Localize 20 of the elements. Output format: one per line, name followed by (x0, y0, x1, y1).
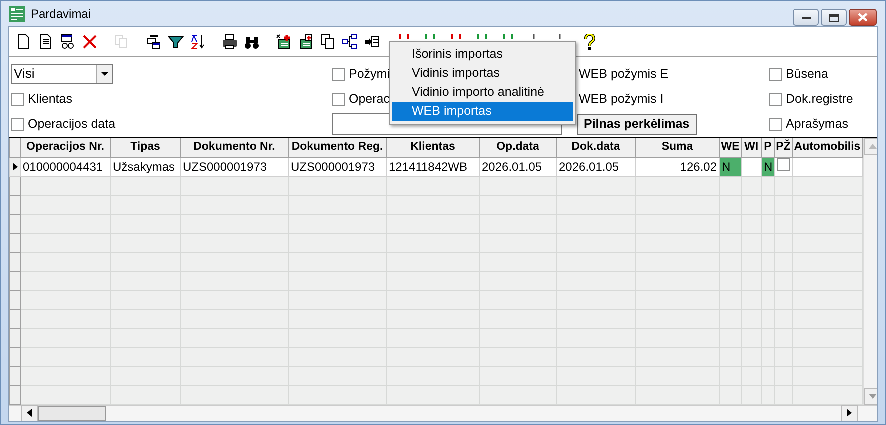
table-cell: N (722, 160, 731, 174)
checkbox-label: Operacijos data (28, 116, 116, 133)
filter-label: WEB požymis E (578, 66, 669, 83)
checkbox-label: Operac (349, 90, 390, 108)
table-cell: Užsakymas (113, 160, 176, 174)
checkbox-label: Būsena (786, 66, 828, 83)
checkbox-label: Požymi (349, 66, 390, 83)
checkbox-label: Klientas (28, 90, 72, 108)
table-cell: N (764, 160, 773, 174)
table-cell: UZS000001973 (291, 160, 376, 174)
table-cell: 2026.01.05 (559, 160, 620, 174)
table-cell: UZS000001973 (183, 160, 268, 174)
table-cell: 121411842WB (389, 160, 468, 174)
table-cell: 126.02 (680, 160, 717, 174)
checkbox-label: Aprašymas (786, 116, 849, 133)
window-title: Pardavimai (31, 6, 92, 22)
checkbox-label: Dok.registre (786, 90, 854, 108)
table-cell: 010000004431 (23, 160, 104, 174)
filter-label: WEB požymis I (578, 90, 664, 108)
table-cell: 2026.01.05 (482, 160, 542, 174)
